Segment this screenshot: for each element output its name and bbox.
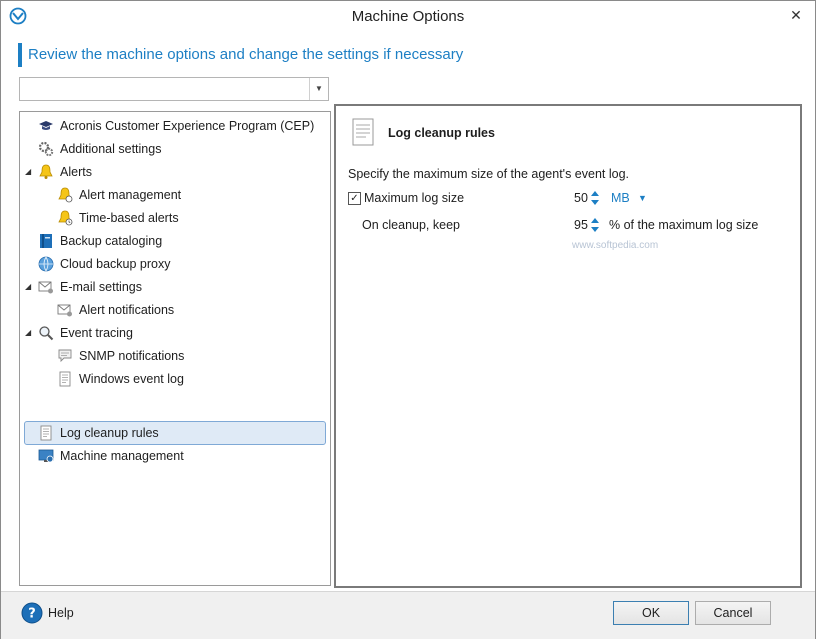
settings-pane: Log cleanup rules Specify the maximum si… [334,104,802,588]
tree-item-label: E-mail settings [60,280,142,294]
email-alert-icon [57,304,72,317]
max-log-size-checkbox[interactable]: ✓ [348,192,361,205]
collapse-arrow-icon[interactable]: ◢ [25,161,35,183]
softpedia-watermark: www.softpedia.com [572,240,659,251]
size-unit-link[interactable]: MB [611,191,630,205]
footer-bar: ? Help OK Cancel [1,591,815,639]
search-combobox[interactable]: ▼ [19,77,329,101]
tree-item-label: Event tracing [60,326,133,340]
tree-item-label: Alerts [60,165,92,179]
tree-item-label: Backup cataloging [60,234,163,248]
cleanup-percent-spinner-icon[interactable] [590,216,600,234]
unit-dropdown-arrow-icon[interactable]: ▼ [638,193,647,203]
max-log-size-spinner-icon[interactable] [590,189,600,207]
gears-icon [38,141,54,157]
cancel-button[interactable]: Cancel [695,601,771,625]
tree-item-label: Machine management [60,449,184,463]
collapse-arrow-icon[interactable]: ◢ [25,276,35,298]
machine-options-window: Machine Options ✕ Review the machine opt… [0,0,816,639]
window-title: Machine Options [351,8,465,25]
tree-item-label: Log cleanup rules [60,426,159,440]
tree-item-label: Alert management [79,188,182,202]
max-log-size-value[interactable]: 50 [574,191,588,205]
tree-item-label: Windows event log [79,372,184,386]
help-link[interactable]: Help [48,606,74,620]
cleanup-percent-suffix: % of the maximum log size [609,218,759,232]
on-cleanup-label: On cleanup, keep [362,218,460,232]
magnifier-icon [39,326,54,341]
options-tree[interactable]: Acronis Customer Experience Program (CEP… [19,111,331,586]
bell-warning-icon [58,187,73,203]
pane-title: Log cleanup rules [388,126,495,140]
max-log-size-label: Maximum log size [364,191,465,205]
tree-item-label: Cloud backup proxy [60,257,171,271]
globe-icon [38,256,54,272]
header-accent-bar [18,43,22,67]
ok-button[interactable]: OK [613,601,689,625]
tree-item-label: Additional settings [60,142,162,156]
log-page-icon [59,371,71,387]
svg-text:?: ? [28,607,36,622]
tree-item-label: Acronis Customer Experience Program (CEP… [60,119,315,133]
catalog-book-icon [40,234,52,248]
collapse-arrow-icon[interactable]: ◢ [25,322,35,344]
page-header: Review the machine options and change th… [28,46,464,63]
cleanup-percent-value[interactable]: 95 [574,218,588,232]
title-bar[interactable]: Machine Options ✕ [1,1,815,31]
tree-item-label: Alert notifications [79,303,175,317]
log-cleanup-icon [40,425,52,441]
main-content: Review the machine options and change th… [1,31,815,591]
help-icon[interactable]: ? [21,602,43,624]
email-gear-icon [38,281,53,294]
monitor-icon [38,449,54,463]
tree-item-label: Time-based alerts [79,211,179,225]
close-button[interactable]: ✕ [785,5,807,25]
speech-bubble-icon [58,349,72,363]
dropdown-arrow-icon[interactable]: ▼ [309,78,328,100]
document-icon [352,118,374,146]
bell-clock-icon [58,210,73,226]
graduation-cap-icon [39,121,53,130]
bell-icon [39,164,53,179]
pane-description: Specify the maximum size of the agent's … [348,167,629,181]
tree-item-label: SNMP notifications [79,349,185,363]
